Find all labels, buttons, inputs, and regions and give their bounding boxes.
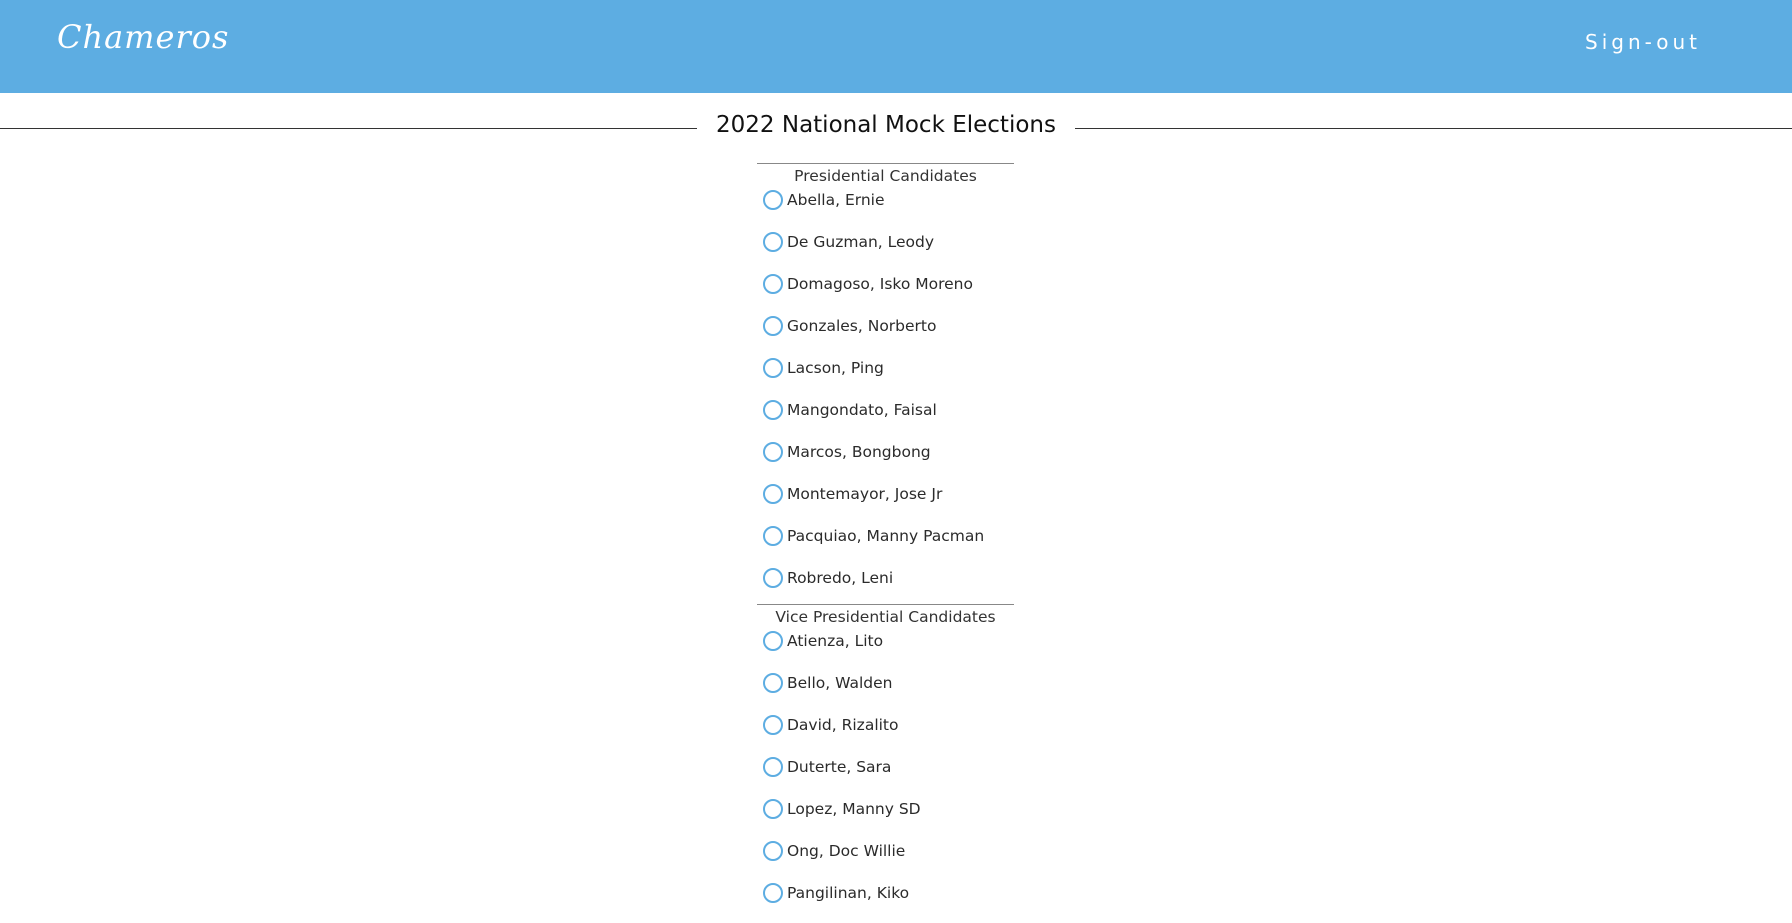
radio-button[interactable] xyxy=(763,568,783,588)
radio-button[interactable] xyxy=(763,442,783,462)
candidate-label: David, Rizalito xyxy=(787,716,899,734)
presidential-option-list: Abella, Ernie De Guzman, Leody Domagoso, I… xyxy=(757,188,1014,608)
candidate-label: Marcos, Bongbong xyxy=(787,443,931,461)
candidate-label: Ong, Doc Willie xyxy=(787,842,906,860)
candidate-label: Domagoso, Isko Moreno xyxy=(787,275,973,293)
candidate-label: Bello, Walden xyxy=(787,674,893,692)
candidate-option[interactable]: Abella, Ernie xyxy=(757,188,1014,230)
title-divider-left xyxy=(0,128,697,129)
candidate-label: Gonzales, Norberto xyxy=(787,317,937,335)
candidate-label: Lacson, Ping xyxy=(787,359,884,377)
candidate-option[interactable]: Bello, Walden xyxy=(757,671,1014,713)
candidate-option[interactable]: Pangilinan, Kiko xyxy=(757,881,1014,923)
candidate-option[interactable]: Domagoso, Isko Moreno xyxy=(757,272,1014,314)
page-title-row: 2022 National Mock Elections xyxy=(0,108,1792,148)
radio-button[interactable] xyxy=(763,631,783,651)
candidate-option[interactable]: Mangondato, Faisal xyxy=(757,398,1014,440)
radio-button[interactable] xyxy=(763,673,783,693)
candidate-option[interactable]: Montemayor, Jose Jr xyxy=(757,482,1014,524)
candidate-label: Pangilinan, Kiko xyxy=(787,884,910,902)
section-heading: Vice Presidential Candidates xyxy=(757,604,1014,629)
radio-button[interactable] xyxy=(763,358,783,378)
candidate-label: Pacquiao, Manny Pacman xyxy=(787,527,985,545)
radio-button[interactable] xyxy=(763,757,783,777)
candidate-label: Abella, Ernie xyxy=(787,191,885,209)
candidate-option[interactable]: Lacson, Ping xyxy=(757,356,1014,398)
radio-button[interactable] xyxy=(763,190,783,210)
top-navbar: Chameros Sign-out xyxy=(0,0,1792,93)
sign-out-link[interactable]: Sign-out xyxy=(1585,30,1701,54)
candidate-label: Robredo, Leni xyxy=(787,569,894,587)
candidate-option[interactable]: Duterte, Sara xyxy=(757,755,1014,797)
candidate-option[interactable]: Atienza, Lito xyxy=(757,629,1014,671)
title-divider-right xyxy=(1075,128,1792,129)
candidate-label: Duterte, Sara xyxy=(787,758,892,776)
candidate-option[interactable]: Lopez, Manny SD xyxy=(757,797,1014,839)
radio-button[interactable] xyxy=(763,799,783,819)
section-heading: Presidential Candidates xyxy=(757,163,1014,188)
candidate-label: Lopez, Manny SD xyxy=(787,800,921,818)
candidate-option[interactable]: De Guzman, Leody xyxy=(757,230,1014,272)
radio-button[interactable] xyxy=(763,484,783,504)
radio-button[interactable] xyxy=(763,274,783,294)
candidate-option[interactable]: Ong, Doc Willie xyxy=(757,839,1014,881)
candidate-option[interactable]: Robredo, Leni xyxy=(757,566,1014,608)
radio-button[interactable] xyxy=(763,400,783,420)
candidate-option[interactable]: Gonzales, Norberto xyxy=(757,314,1014,356)
candidate-label: Montemayor, Jose Jr xyxy=(787,485,943,503)
candidate-option[interactable]: Marcos, Bongbong xyxy=(757,440,1014,482)
presidential-section: Presidential Candidates Abella, Ernie De … xyxy=(757,163,1014,608)
radio-button[interactable] xyxy=(763,883,783,903)
candidate-option[interactable]: David, Rizalito xyxy=(757,713,1014,755)
candidate-label: Atienza, Lito xyxy=(787,632,884,650)
radio-button[interactable] xyxy=(763,526,783,546)
radio-button[interactable] xyxy=(763,232,783,252)
brand-logo[interactable]: Chameros xyxy=(57,18,229,56)
vice-presidential-section: Vice Presidential Candidates Atienza, Li… xyxy=(757,604,1014,923)
candidate-label: De Guzman, Leody xyxy=(787,233,935,251)
page-title: 2022 National Mock Elections xyxy=(716,112,1056,138)
radio-button[interactable] xyxy=(763,316,783,336)
vice-presidential-option-list: Atienza, Lito Bello, Walden David, Rizalit… xyxy=(757,629,1014,923)
candidate-label: Mangondato, Faisal xyxy=(787,401,937,419)
candidate-option[interactable]: Pacquiao, Manny Pacman xyxy=(757,524,1014,566)
radio-button[interactable] xyxy=(763,841,783,861)
radio-button[interactable] xyxy=(763,715,783,735)
